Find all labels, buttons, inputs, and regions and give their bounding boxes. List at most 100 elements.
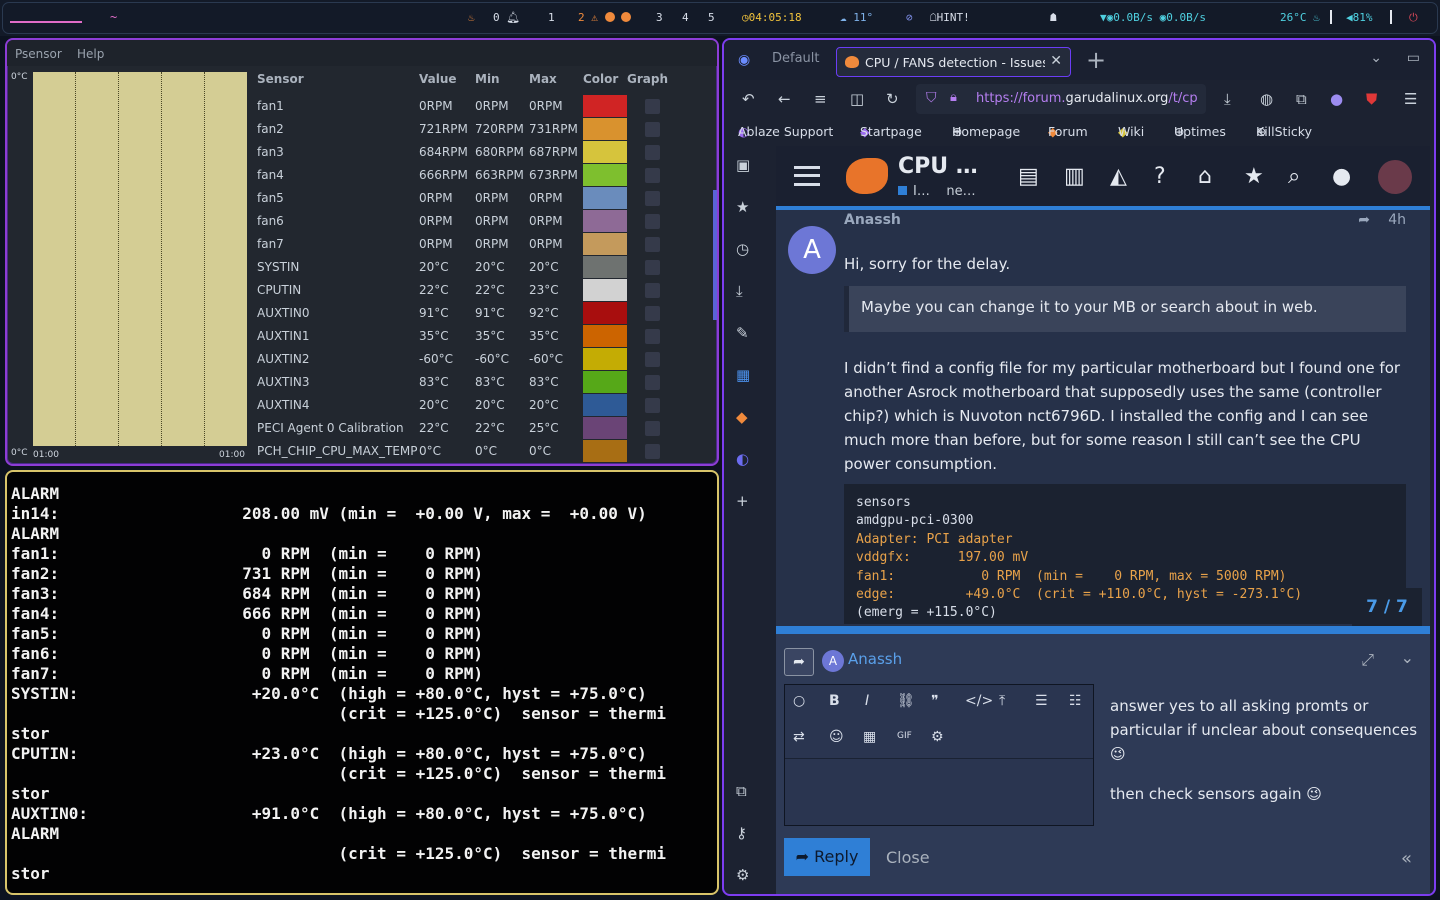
graph-checkbox[interactable]: [645, 214, 660, 229]
workspace-2[interactable]: 2 ⚠: [578, 11, 632, 24]
sensor-row[interactable]: fan2 721RPM 720RPM 731RPM: [253, 118, 713, 141]
menu-psensor[interactable]: Psensor: [15, 47, 62, 61]
tab-default[interactable]: Default: [772, 51, 820, 66]
lock-icon[interactable]: 🔒︎: [950, 90, 957, 105]
code-icon[interactable]: </>: [965, 693, 993, 709]
workspace-1[interactable]: 1: [548, 11, 555, 24]
home-icon[interactable]: ⌂: [1198, 164, 1212, 189]
sensor-color-swatch[interactable]: [583, 164, 627, 186]
history-icon[interactable]: ◷: [736, 240, 749, 258]
reload-icon[interactable]: ↻: [886, 90, 899, 108]
close-tab-icon[interactable]: ✕: [1050, 53, 1062, 69]
swap-icon[interactable]: ⇄: [793, 729, 805, 745]
sensor-color-swatch[interactable]: [583, 141, 627, 163]
post-time[interactable]: 4h: [1388, 212, 1406, 228]
hamburger-menu-icon[interactable]: ☰: [1404, 90, 1417, 108]
graph-checkbox[interactable]: [645, 168, 660, 183]
sensor-row[interactable]: CPUTIN 22°C 22°C 23°C: [253, 279, 713, 302]
sensor-color-swatch[interactable]: [583, 118, 627, 140]
emoji-icon[interactable]: ☺: [829, 729, 844, 745]
graph-checkbox[interactable]: [645, 283, 660, 298]
close-button[interactable]: Close: [886, 848, 930, 867]
sensor-row[interactable]: AUXTIN1 35°C 35°C 35°C: [253, 325, 713, 348]
notification-count[interactable]: 0 🔔︎: [493, 11, 520, 24]
star-icon[interactable]: ★: [736, 198, 749, 216]
graph-checkbox[interactable]: [645, 260, 660, 275]
sensor-row[interactable]: PCH_CHIP_CPU_MAX_TEMP 0°C 0°C 0°C: [253, 440, 713, 463]
speech-bubble-icon[interactable]: ○: [793, 693, 805, 709]
back-icon[interactable]: ←: [778, 90, 791, 108]
link-icon[interactable]: ⛓: [897, 693, 915, 709]
collapse-icon[interactable]: ⌄: [1401, 648, 1414, 667]
garuda-icon[interactable]: ◆: [736, 408, 748, 426]
expand-icon[interactable]: ⤢: [1361, 650, 1374, 670]
bullet-list-icon[interactable]: ☰: [1035, 693, 1048, 709]
briefcase-icon[interactable]: ▣: [736, 156, 750, 174]
download-icon[interactable]: ⤓: [1224, 90, 1231, 108]
quote-icon[interactable]: ❞: [931, 693, 939, 709]
reply-to-user[interactable]: Anassh: [848, 650, 902, 668]
sensor-row[interactable]: fan4 666RPM 663RPM 673RPM: [253, 164, 713, 187]
sensor-row[interactable]: fan6 0RPM 0RPM 0RPM: [253, 210, 713, 233]
add-panel-icon[interactable]: +: [736, 492, 749, 510]
graph-checkbox[interactable]: [645, 421, 660, 436]
url-bar[interactable]: ⛉ 🔒︎ https://forum.garudalinux.org/t/cp: [916, 84, 1206, 114]
sensor-color-swatch[interactable]: [583, 279, 627, 301]
ublock-icon[interactable]: ⛊: [1366, 90, 1377, 108]
clock[interactable]: ◷04:05:18: [742, 11, 802, 24]
col-header-value[interactable]: Value: [419, 72, 457, 86]
editor-textarea[interactable]: [785, 760, 1093, 825]
undo-icon[interactable]: ↶: [742, 90, 755, 108]
list-icon[interactable]: ≡: [814, 90, 827, 108]
ablaze-icon[interactable]: ◐: [736, 450, 749, 468]
upload-icon[interactable]: ⤒: [999, 693, 1005, 709]
hide-preview-icon[interactable]: «: [1401, 848, 1412, 869]
gear-icon[interactable]: ⚙: [931, 729, 944, 745]
sensor-row[interactable]: AUXTIN3 83°C 83°C 83°C: [253, 371, 713, 394]
bold-icon[interactable]: B: [829, 693, 840, 709]
account-icon[interactable]: ◍: [1260, 90, 1273, 108]
graph-checkbox[interactable]: [645, 444, 660, 459]
col-header-color[interactable]: Color: [583, 72, 618, 86]
reply-action-icon[interactable]: ➦: [784, 648, 814, 676]
extensions-icon[interactable]: ⧉: [736, 782, 747, 800]
topic-category[interactable]: I… ne…: [898, 184, 976, 199]
search-icon[interactable]: ⌕: [1288, 164, 1300, 189]
gif-icon[interactable]: GIF: [897, 731, 912, 741]
hint-indicator[interactable]: ☖HINT!: [930, 11, 970, 24]
italic-icon[interactable]: I: [865, 693, 869, 709]
col-header-min[interactable]: Min: [475, 72, 500, 86]
sensor-color-swatch[interactable]: [583, 233, 627, 255]
user-avatar[interactable]: [1378, 160, 1412, 194]
volume[interactable]: ◀81%: [1346, 11, 1373, 24]
translate-icon[interactable]: ▦: [736, 366, 750, 384]
help-icon[interactable]: ?: [1154, 164, 1166, 189]
shield-icon[interactable]: ⛉: [926, 90, 937, 106]
server-icon[interactable]: ▤: [1018, 164, 1039, 189]
sidebar-toggle-icon[interactable]: ◫: [850, 90, 864, 108]
sensor-color-swatch[interactable]: [583, 371, 627, 393]
new-tab-icon[interactable]: +: [1086, 46, 1106, 74]
sensor-row[interactable]: fan7 0RPM 0RPM 0RPM: [253, 233, 713, 256]
graph-checkbox[interactable]: [645, 191, 660, 206]
reply-button[interactable]: ➦ Reply: [784, 838, 870, 876]
clipboard-icon[interactable]: ▥: [1064, 164, 1085, 189]
workspace-4[interactable]: 4: [682, 11, 689, 24]
gear-icon[interactable]: ⚙: [736, 866, 749, 884]
graph-checkbox[interactable]: [645, 329, 660, 344]
key-icon[interactable]: ⚷: [736, 824, 747, 842]
sensor-row[interactable]: fan1 0RPM 0RPM 0RPM: [253, 95, 713, 118]
sensor-color-swatch[interactable]: [583, 417, 627, 439]
topic-progress[interactable]: 7 / 7: [1352, 588, 1422, 626]
sensor-color-swatch[interactable]: [583, 302, 627, 324]
terminal-window[interactable]: ALARM in14: 208.00 mV (min = +0.00 V, ma…: [5, 470, 719, 895]
sensor-row[interactable]: SYSTIN 20°C 20°C 20°C: [253, 256, 713, 279]
scrollbar[interactable]: [713, 190, 717, 320]
eye-off-icon[interactable]: ⊘: [906, 11, 913, 24]
weather[interactable]: ☁ 11°: [840, 11, 873, 24]
sensor-color-swatch[interactable]: [583, 256, 627, 278]
graph-checkbox[interactable]: [645, 237, 660, 252]
composer-resize-handle[interactable]: [776, 626, 1430, 634]
active-workspace-indicator[interactable]: [10, 21, 82, 23]
sensor-row[interactable]: fan5 0RPM 0RPM 0RPM: [253, 187, 713, 210]
